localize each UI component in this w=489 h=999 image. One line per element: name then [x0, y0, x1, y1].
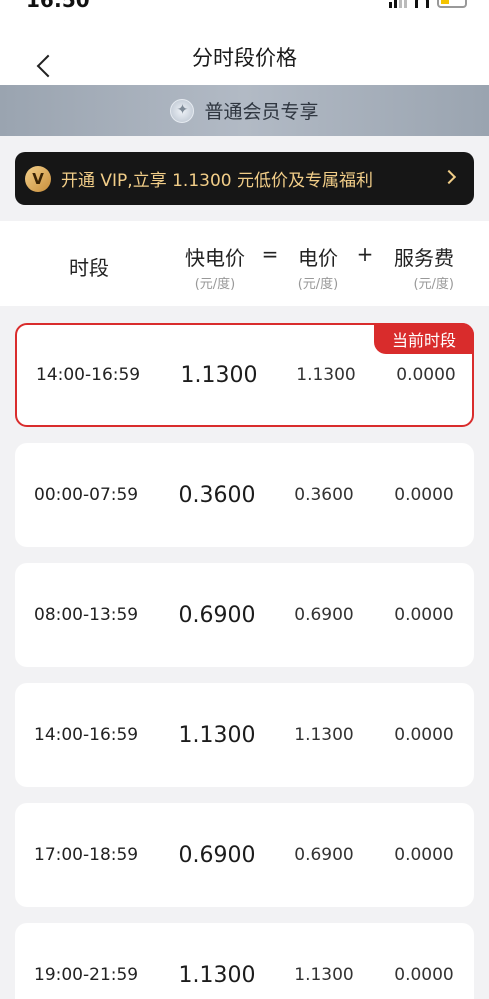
row-elec-price: 1.1300 — [294, 965, 354, 985]
price-row: 00:00-07:59 0.3600 0.3600 0.0000 — [15, 443, 474, 547]
header-equals-sign: = — [261, 242, 279, 266]
row-service-fee: 0.0000 — [394, 605, 454, 625]
header-period: 时段 — [54, 252, 124, 281]
header-service-fee-unit: (元/度) — [413, 277, 454, 292]
vip-promo-text: 开通 VIP,立享 1.1300 元低价及专属福利 — [61, 171, 373, 191]
price-row: 08:00-13:59 0.6900 0.6900 0.0000 — [15, 563, 474, 667]
row-service-fee: 0.0000 — [396, 365, 456, 385]
header-fast-price: 快电价 (元/度) — [175, 242, 255, 292]
member-banner-text: 普通会员专享 — [204, 101, 319, 123]
row-elec-price: 0.6900 — [294, 845, 354, 865]
header-fast-price-label: 快电价 — [185, 246, 245, 270]
header-period-label: 时段 — [69, 256, 109, 280]
status-icons — [389, 0, 467, 8]
row-time: 17:00-18:59 — [34, 845, 139, 865]
row-elec-price: 0.6900 — [294, 605, 354, 625]
row-elec-price: 1.1300 — [294, 725, 354, 745]
row-time: 14:00-16:59 — [34, 725, 139, 745]
price-row-current: 当前时段 14:00-16:59 1.1300 1.1300 0.0000 — [15, 323, 474, 427]
row-fast-price: 0.3600 — [178, 482, 256, 508]
member-star-icon — [170, 98, 195, 123]
row-time: 00:00-07:59 — [34, 485, 139, 505]
row-fast-price: 1.1300 — [178, 722, 256, 748]
header-service-fee-label: 服务费 — [394, 246, 454, 270]
nav-bar: 分时段价格 — [0, 12, 489, 85]
price-row: 17:00-18:59 0.6900 0.6900 0.0000 — [15, 803, 474, 907]
battery-icon — [437, 0, 467, 8]
row-time: 19:00-21:59 — [34, 965, 139, 985]
wifi-icon — [415, 0, 429, 8]
signal-icon — [389, 0, 407, 8]
member-banner: 普通会员专享 — [0, 85, 489, 136]
price-table-header: 时段 快电价 (元/度) = 电价 (元/度) + 服务费 (元/度) — [0, 221, 489, 306]
header-plus-sign: + — [356, 242, 374, 266]
row-elec-price: 1.1300 — [296, 365, 356, 385]
page-title: 分时段价格 — [192, 46, 297, 70]
header-elec-price: 电价 (元/度) — [285, 242, 351, 292]
header-service-fee: 服务费 (元/度) — [384, 242, 464, 292]
row-time: 14:00-16:59 — [36, 365, 141, 385]
row-fast-price: 1.1300 — [178, 962, 256, 988]
vip-badge-icon: V — [25, 165, 51, 192]
header-elec-price-label: 电价 — [298, 246, 338, 270]
row-service-fee: 0.0000 — [394, 725, 454, 745]
row-service-fee: 0.0000 — [394, 485, 454, 505]
row-fast-price: 1.1300 — [180, 362, 258, 388]
row-service-fee: 0.0000 — [394, 845, 454, 865]
row-service-fee: 0.0000 — [394, 965, 454, 985]
chevron-right-icon — [441, 169, 457, 185]
row-elec-price: 0.3600 — [294, 485, 354, 505]
row-time: 08:00-13:59 — [34, 605, 139, 625]
row-fast-price: 0.6900 — [178, 602, 256, 628]
header-fast-price-unit: (元/度) — [194, 277, 236, 292]
row-fast-price: 0.6900 — [178, 842, 256, 868]
status-bar: 16:50 — [0, 0, 489, 12]
price-row: 19:00-21:59 1.1300 1.1300 0.0000 — [15, 923, 474, 999]
vip-upgrade-bar[interactable]: V 开通 VIP,立享 1.1300 元低价及专属福利 — [15, 152, 474, 205]
price-row: 14:00-16:59 1.1300 1.1300 0.0000 — [15, 683, 474, 787]
status-time: 16:50 — [26, 0, 90, 12]
header-elec-price-unit: (元/度) — [297, 277, 339, 292]
